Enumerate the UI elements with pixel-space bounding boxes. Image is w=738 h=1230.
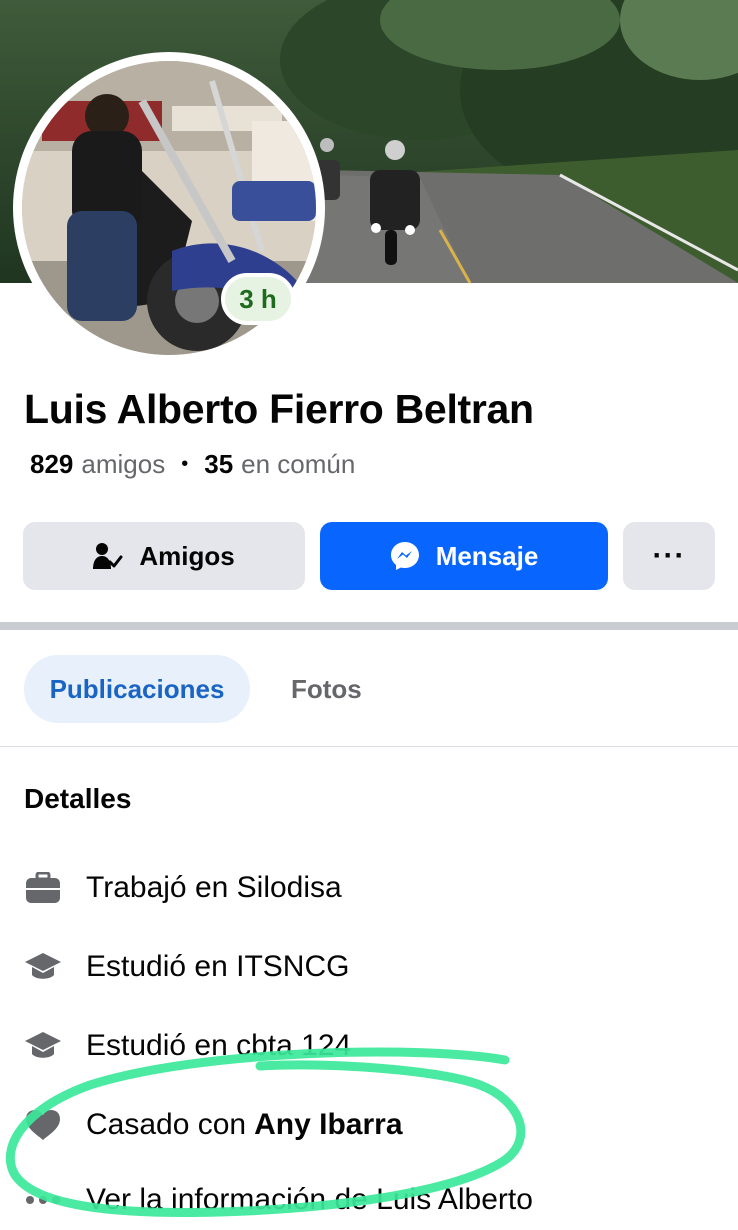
details-heading: Detalles xyxy=(24,783,132,814)
detail-education-2: Estudió en cbta 124 xyxy=(24,1026,351,1066)
mutual-label: en común xyxy=(241,449,356,479)
tab-fotos[interactable]: Fotos xyxy=(291,655,362,723)
friends-button[interactable]: Amigos xyxy=(23,522,305,590)
see-more-info-link[interactable]: Ver la información de Luis Alberto xyxy=(24,1180,533,1220)
profile-name: Luis Alberto Fierro Beltran xyxy=(24,386,534,432)
friends-button-label: Amigos xyxy=(139,540,235,571)
spouse-name-link[interactable]: Any Ibarra xyxy=(254,1108,402,1142)
friend-check-icon xyxy=(93,542,123,570)
detail-relationship-text: Casado con xyxy=(86,1108,247,1141)
more-icon xyxy=(24,1181,62,1219)
more-options-icon: ··· xyxy=(652,539,686,572)
friend-stats[interactable]: 829 amigos • 35 en común xyxy=(30,449,355,480)
detail-education-1: Estudió en ITSNCG xyxy=(24,947,349,987)
detail-work-text: Trabajó en Silodisa xyxy=(86,871,342,904)
detail-work: Trabajó en Silodisa xyxy=(24,868,342,908)
section-divider xyxy=(0,622,738,630)
more-options-button[interactable]: ··· xyxy=(623,522,715,590)
graduation-cap-icon xyxy=(24,1027,62,1065)
friends-label: amigos xyxy=(81,449,166,479)
detail-education-2-text: Estudió en cbta 124 xyxy=(86,1029,352,1062)
detail-education-1-text: Estudió en ITSNCG xyxy=(86,950,350,983)
separator-dot: • xyxy=(181,453,189,475)
message-button[interactable]: Mensaje xyxy=(320,522,608,590)
friends-count: 829 xyxy=(30,449,74,479)
graduation-cap-icon xyxy=(24,948,62,986)
tabs-divider xyxy=(0,746,738,747)
messenger-icon xyxy=(390,541,420,571)
briefcase-icon xyxy=(24,869,62,907)
mutual-count: 35 xyxy=(204,449,234,479)
message-button-label: Mensaje xyxy=(435,540,539,571)
detail-relationship: Casado con Any Ibarra xyxy=(24,1105,403,1145)
tab-publicaciones[interactable]: Publicaciones xyxy=(24,655,250,723)
see-more-info-text: Ver la información de Luis Alberto xyxy=(86,1183,533,1216)
story-time-badge[interactable]: 3 h xyxy=(221,273,295,325)
heart-icon xyxy=(24,1106,62,1144)
